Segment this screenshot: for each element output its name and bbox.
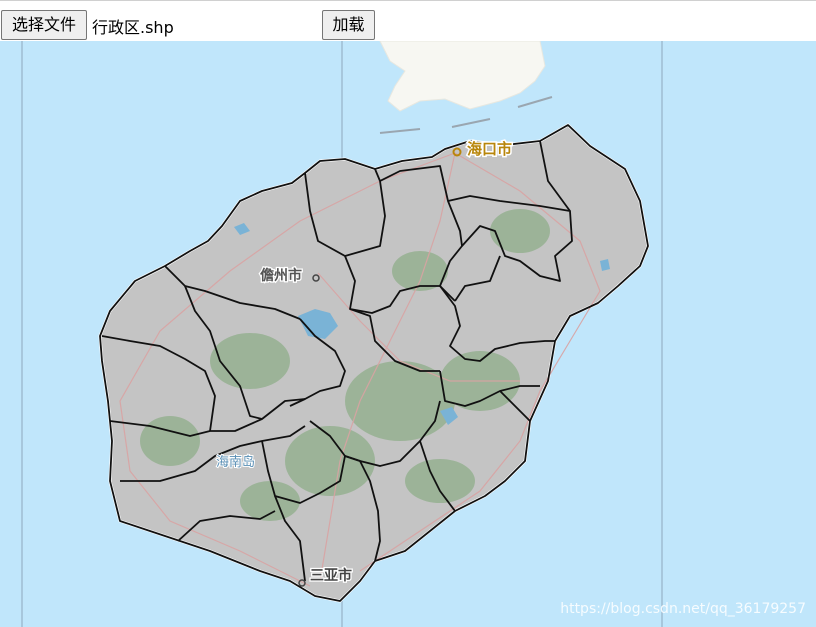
selected-file-name: 行政区.shp — [92, 18, 174, 37]
choose-file-button[interactable]: 选择文件 — [1, 10, 87, 40]
load-button[interactable]: 加载 — [322, 10, 375, 40]
danzhou-label: 儋州市 — [260, 267, 302, 284]
toolbar: 选择文件 行政区.shp 加载 — [0, 0, 816, 41]
map-canvas[interactable]: 海口市 儋州市 海南岛 三亚市 — [0, 41, 816, 627]
hainan-island-label: 海南岛 — [216, 454, 255, 470]
map-view[interactable]: 海口市 儋州市 海南岛 三亚市 https://blog.csdn.net/qq… — [0, 41, 816, 627]
sanya-label: 三亚市 — [310, 567, 352, 584]
haikou-label: 海口市 — [467, 140, 512, 158]
watermark: https://blog.csdn.net/qq_36179257 — [560, 601, 806, 617]
